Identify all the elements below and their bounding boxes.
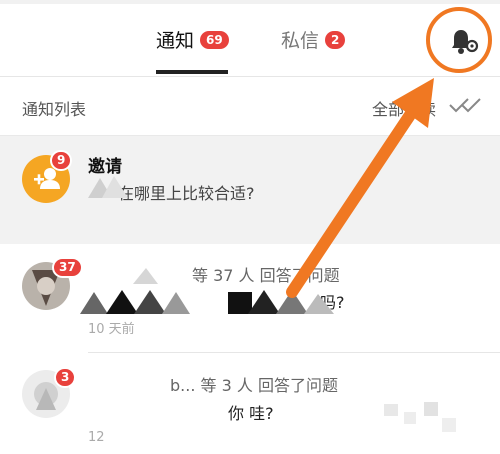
notification-body: 你 哇? xyxy=(228,404,274,423)
notification-time: 10 天前 xyxy=(88,322,135,337)
bell-gear-icon[interactable] xyxy=(446,24,480,58)
mosaic-blur xyxy=(384,402,456,432)
row-divider xyxy=(88,352,500,353)
tab-notifications-badge: 69 xyxy=(200,30,229,49)
notification-count-badge: 3 xyxy=(54,367,77,388)
mosaic-blur xyxy=(80,268,334,314)
top-bar xyxy=(0,0,500,76)
tab-notifications-label: 通知 xyxy=(156,30,195,52)
mosaic-blur xyxy=(88,176,128,198)
tab-messages[interactable]: 私信 2 xyxy=(281,26,346,53)
active-tab-indicator xyxy=(156,70,228,74)
invite-subtitle: 在哪里上比较合适? xyxy=(118,184,255,203)
notification-time: 12 xyxy=(88,430,105,445)
tab-messages-badge: 2 xyxy=(325,30,346,49)
tab-messages-label: 私信 xyxy=(281,30,320,52)
notification-header: b... 等 3 人 回答了问题 xyxy=(170,376,338,395)
tab-notifications[interactable]: 通知 69 xyxy=(156,26,229,53)
double-check-icon[interactable] xyxy=(448,96,484,114)
list-title: 通知列表 xyxy=(22,100,87,119)
invite-count-badge: 9 xyxy=(50,150,73,171)
mark-all-read-button[interactable]: 全部已读 xyxy=(372,96,436,120)
